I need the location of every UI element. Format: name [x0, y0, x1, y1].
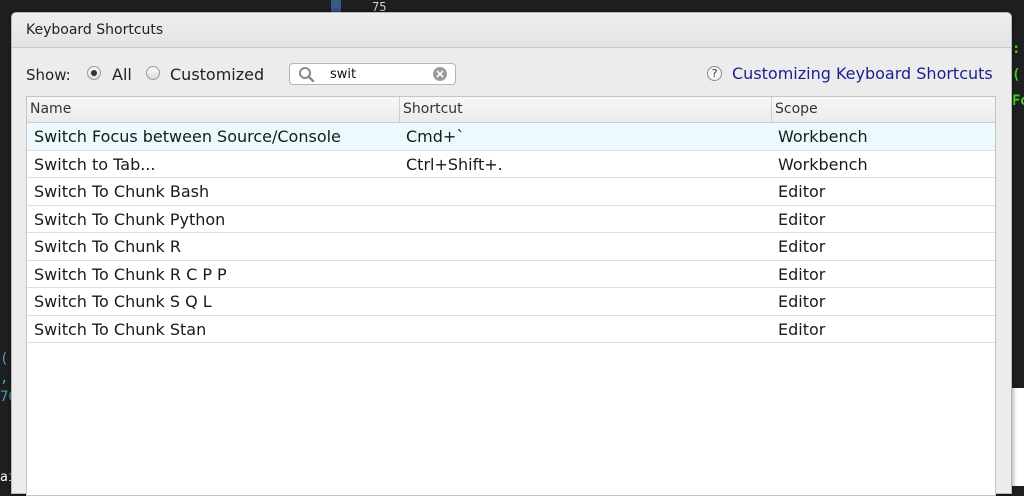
column-header-name[interactable]: Name: [27, 97, 399, 122]
clear-search-icon[interactable]: [432, 66, 448, 82]
row-name: Switch To Chunk Python: [34, 209, 226, 229]
table-row[interactable]: Switch Focus between Source/Console Cmd+…: [27, 123, 995, 151]
row-scope: Editor: [778, 264, 826, 284]
table-row[interactable]: Switch To Chunk Stan Editor: [27, 316, 995, 343]
row-scope: Editor: [778, 237, 826, 256]
search-icon: [299, 67, 315, 82]
row-name: Switch To Chunk Bash: [34, 182, 210, 201]
radio-customized[interactable]: [146, 66, 160, 80]
help-icon[interactable]: ?: [707, 66, 722, 81]
row-scope: Editor: [778, 182, 826, 201]
search-value: swit: [330, 67, 357, 82]
table-row[interactable]: Switch To Chunk Bash Editor: [27, 178, 995, 206]
row-name: Switch To Chunk S Q L: [34, 292, 212, 311]
row-scope: Workbench: [778, 127, 868, 146]
table-header: Name Shortcut Scope: [27, 97, 995, 123]
radio-selected-dot: [91, 70, 97, 76]
show-label: Show:: [26, 66, 71, 84]
customizing-shortcuts-link[interactable]: Customizing Keyboard Shortcuts: [732, 64, 993, 83]
table-row[interactable]: Switch to Tab... Ctrl+Shift+. Workbench: [27, 151, 995, 178]
shortcuts-table: Name Shortcut Scope Switch Focus between…: [26, 96, 996, 496]
row-name: Switch To Chunk R: [34, 237, 181, 256]
row-scope: Workbench: [778, 154, 868, 174]
editor-line-marker: [331, 0, 341, 12]
row-scope: Editor: [778, 319, 826, 339]
table-row[interactable]: Switch To Chunk R Editor: [27, 233, 995, 261]
column-header-scope[interactable]: Scope: [771, 97, 995, 122]
radio-all-label[interactable]: All: [112, 65, 132, 84]
row-name: Switch To Chunk R C P P: [34, 264, 227, 284]
radio-customized-label[interactable]: Customized: [170, 65, 264, 84]
row-name: Switch Focus between Source/Console: [34, 127, 341, 146]
search-input[interactable]: swit: [289, 63, 456, 85]
row-name: Switch to Tab...: [34, 154, 156, 174]
background-code-fragment: :(Fo: [1012, 41, 1024, 109]
table-row[interactable]: Switch To Chunk Python Editor: [27, 206, 995, 233]
radio-all[interactable]: [87, 66, 101, 80]
row-shortcut[interactable]: Ctrl+Shift+.: [406, 151, 503, 178]
table-row[interactable]: Switch To Chunk R C P P Editor: [27, 261, 995, 288]
dialog-title: Keyboard Shortcuts: [26, 22, 164, 38]
row-scope: Editor: [778, 209, 826, 229]
dialog-titlebar: Keyboard Shortcuts: [12, 13, 1011, 48]
row-name: Switch To Chunk Stan: [34, 319, 207, 339]
table-row[interactable]: Switch To Chunk S Q L Editor: [27, 288, 995, 316]
background-panel: [1012, 388, 1024, 486]
filter-row: Show: All Customized swit ? Customizing …: [12, 59, 1011, 89]
column-header-shortcut[interactable]: Shortcut: [399, 97, 771, 122]
row-shortcut[interactable]: Cmd+`: [406, 123, 464, 150]
row-scope: Editor: [778, 292, 826, 311]
keyboard-shortcuts-dialog: Keyboard Shortcuts Show: All Customized …: [11, 12, 1012, 496]
table-body: Switch Focus between Source/Console Cmd+…: [27, 123, 995, 343]
